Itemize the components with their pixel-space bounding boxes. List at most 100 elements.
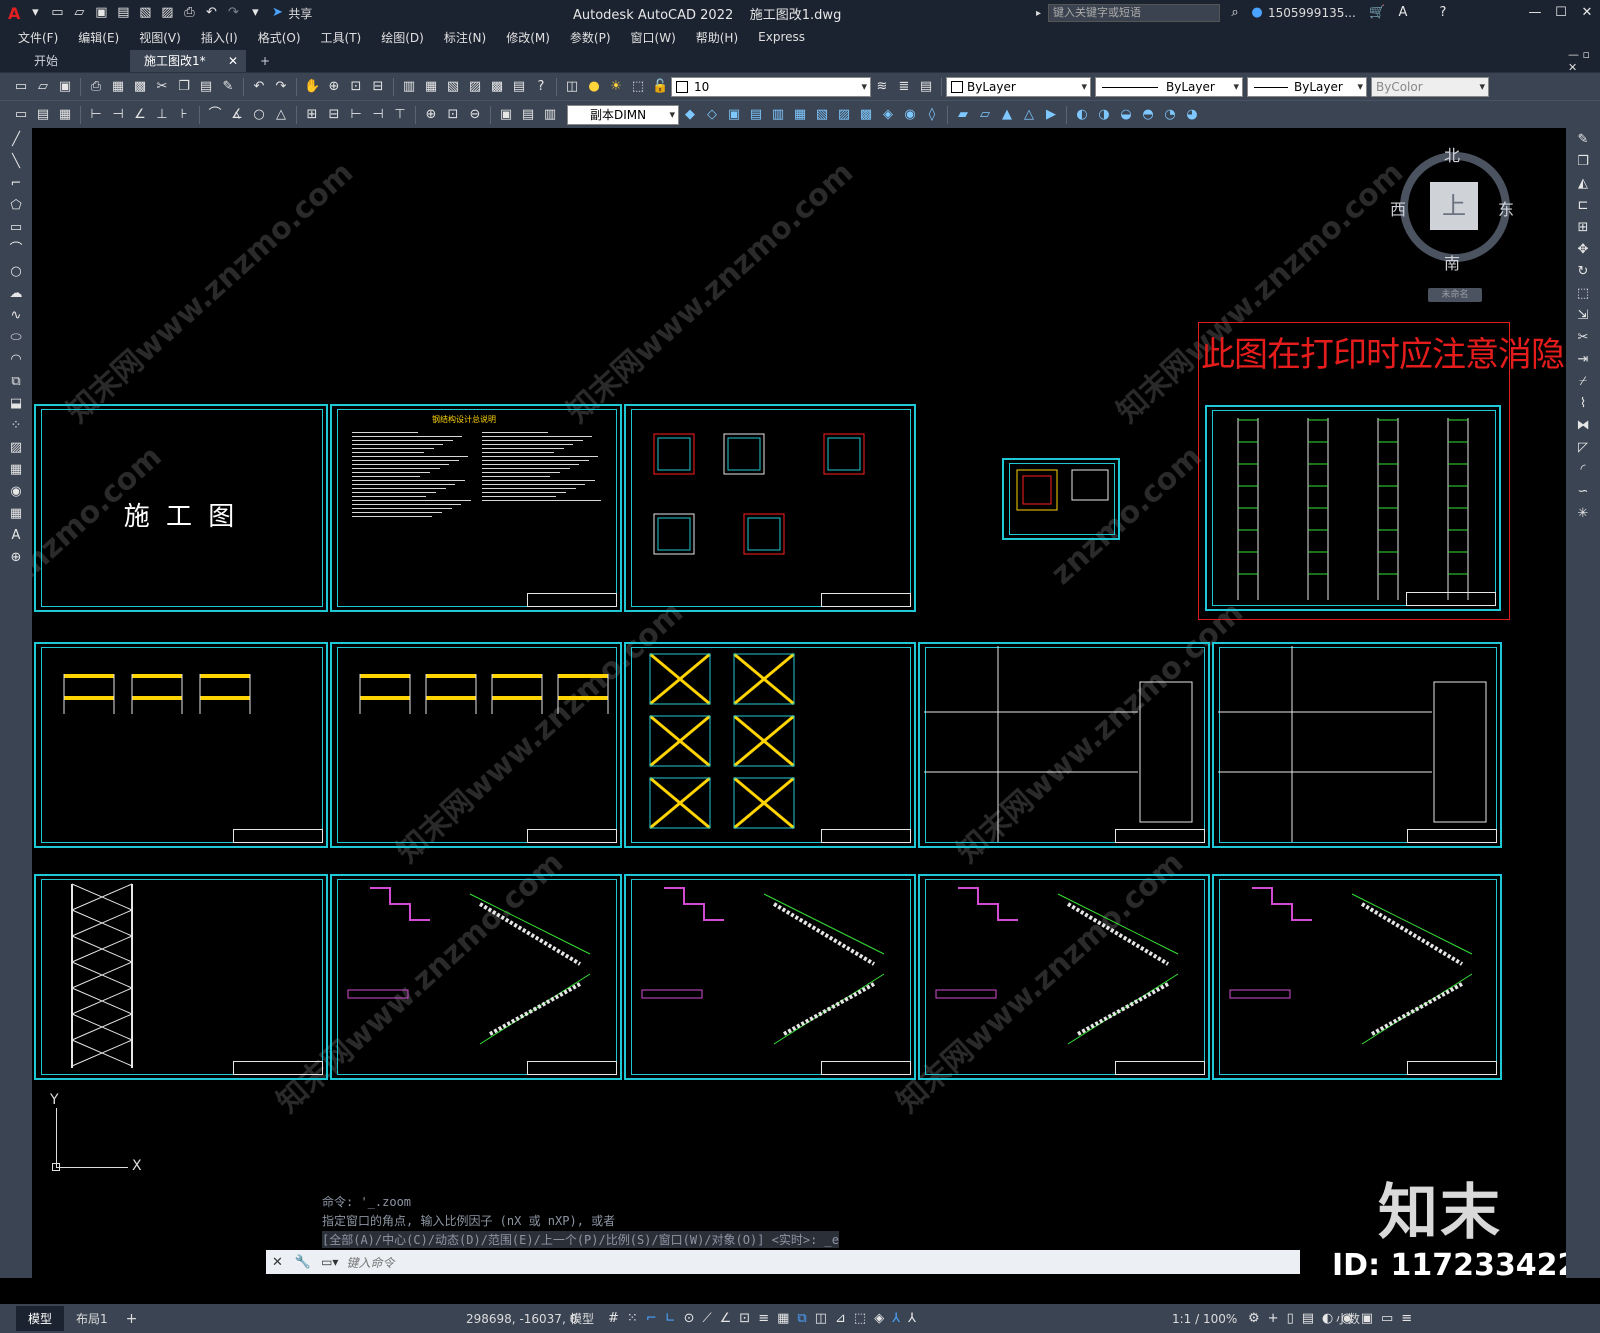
save-web-icon[interactable]: ▨: [159, 5, 175, 21]
polar-icon[interactable]: ⊙: [684, 1311, 695, 1326]
dim-tool-icon[interactable]: ⌒: [207, 107, 223, 123]
units-icon[interactable]: ▯: [1287, 1311, 1294, 1326]
fillet-icon[interactable]: ◜: [1573, 460, 1593, 480]
menu-item-4[interactable]: 格式(O): [258, 29, 301, 46]
cover-sheet[interactable]: 施 工 图: [34, 404, 328, 612]
app-menu-chevron-icon[interactable]: ▾: [27, 5, 43, 21]
menu-item-6[interactable]: 绘图(D): [381, 29, 424, 46]
modify-tool-icon[interactable]: ▣: [726, 107, 742, 123]
stair-sheet-4[interactable]: [1212, 874, 1502, 1080]
modify-tool-icon[interactable]: ◒: [1118, 107, 1134, 123]
dim-tool-icon[interactable]: ⊞: [304, 107, 320, 123]
new-file-icon[interactable]: ▭: [49, 5, 65, 21]
viewcube-north[interactable]: 北: [1444, 142, 1460, 166]
command-recent-icon[interactable]: ▭▾: [321, 1255, 338, 1269]
menu-item-11[interactable]: 帮助(H): [696, 29, 738, 46]
plot-preview-icon[interactable]: ▦: [110, 79, 126, 95]
modify-tool-icon[interactable]: ◆: [682, 107, 698, 123]
search-icon[interactable]: ⌕: [1227, 5, 1243, 21]
lineweight-icon[interactable]: ≡: [758, 1311, 769, 1326]
viewport-icon[interactable]: ⬚: [630, 79, 646, 95]
user-icon[interactable]: ●: [1249, 5, 1265, 21]
model-space-toggle[interactable]: 模型: [570, 1310, 594, 1327]
make-block-icon[interactable]: ⬓: [6, 394, 26, 414]
menu-item-9[interactable]: 参数(P): [570, 29, 611, 46]
modify-tool-icon[interactable]: ▰: [955, 107, 971, 123]
point-icon[interactable]: ⁘: [6, 416, 26, 436]
mtext-icon[interactable]: A: [6, 526, 26, 546]
open-icon[interactable]: ▱: [35, 79, 51, 95]
tab-start[interactable]: 开始: [20, 50, 130, 72]
connection-sheet-1[interactable]: [918, 642, 1210, 848]
modify-tool-icon[interactable]: ▦: [792, 107, 808, 123]
share-label[interactable]: 共享: [288, 5, 312, 22]
help-icon[interactable]: ?: [1435, 5, 1451, 21]
a360-icon[interactable]: A: [1395, 5, 1411, 21]
break-point-icon[interactable]: ⌿: [1573, 372, 1593, 392]
quick-properties-icon[interactable]: ▤: [1302, 1311, 1314, 1326]
selection-cycling-icon[interactable]: ⧉: [797, 1311, 806, 1326]
stair-sheet-2[interactable]: [624, 874, 916, 1080]
layer-previous-icon[interactable]: ≣: [896, 79, 912, 95]
ellipse-arc-icon[interactable]: ◠: [6, 350, 26, 370]
dim-tool-icon[interactable]: ▦: [57, 107, 73, 123]
modify-tool-icon[interactable]: ◓: [1140, 107, 1156, 123]
break-icon[interactable]: ⌇: [1573, 394, 1593, 414]
layer-dropdown[interactable]: 10: [671, 76, 871, 97]
menu-item-12[interactable]: Express: [758, 30, 805, 44]
add-selected-icon[interactable]: ⊕: [6, 548, 26, 568]
modify-tool-icon[interactable]: ◉: [902, 107, 918, 123]
customize-icon[interactable]: ≡: [1401, 1311, 1412, 1326]
osnap-icon[interactable]: ⊡: [739, 1311, 750, 1326]
scale-icon[interactable]: ⬚: [1573, 284, 1593, 304]
frame-elevation-sheet[interactable]: [1205, 405, 1501, 611]
modify-tool-icon[interactable]: △: [1021, 107, 1037, 123]
modify-tool-icon[interactable]: ◔: [1162, 107, 1178, 123]
share-icon[interactable]: ➤: [269, 5, 285, 21]
units-display[interactable]: 小数: [1336, 1310, 1360, 1327]
design-center-icon[interactable]: ▦: [423, 79, 439, 95]
extend-icon[interactable]: ⇥: [1573, 350, 1593, 370]
new-tab-icon[interactable]: +: [246, 50, 284, 72]
modify-tool-icon[interactable]: ◊: [924, 107, 940, 123]
save-as-icon[interactable]: ▤: [115, 5, 131, 21]
menu-item-7[interactable]: 标注(N): [444, 29, 486, 46]
dim-tool-icon[interactable]: ⊕: [423, 107, 439, 123]
modify-tool-icon[interactable]: ▶: [1043, 107, 1059, 123]
join-icon[interactable]: ⧓: [1573, 416, 1593, 436]
offset-icon[interactable]: ⊏: [1573, 196, 1593, 216]
plot-icon[interactable]: ⎙: [88, 79, 104, 95]
rotate-icon[interactable]: ↻: [1573, 262, 1593, 282]
lock-icon[interactable]: 🔓: [652, 79, 668, 95]
viewcube-face-top[interactable]: 上: [1430, 182, 1478, 230]
beam-sheet-1[interactable]: [34, 642, 328, 848]
graphics-icon[interactable]: ▣: [1361, 1311, 1373, 1326]
modify-tool-icon[interactable]: ▩: [858, 107, 874, 123]
new-icon[interactable]: ▭: [13, 79, 29, 95]
table-icon[interactable]: ▦: [6, 504, 26, 524]
cart-icon[interactable]: 🛒: [1369, 5, 1385, 21]
tab-model[interactable]: 模型: [16, 1306, 65, 1331]
add-layout-icon[interactable]: +: [126, 1311, 138, 1327]
properties-icon[interactable]: ▥: [401, 79, 417, 95]
menu-item-10[interactable]: 窗口(W): [631, 29, 676, 46]
close-tab-icon[interactable]: ✕: [228, 50, 238, 72]
zoom-previous-icon[interactable]: ⊟: [370, 79, 386, 95]
save-icon[interactable]: ▣: [93, 5, 109, 21]
sun-thaw-icon[interactable]: ☀: [608, 79, 624, 95]
linetype-dropdown[interactable]: ByLayer: [1095, 76, 1243, 97]
customize-qat-icon[interactable]: ▾: [247, 5, 263, 21]
modify-tool-icon[interactable]: ◇: [704, 107, 720, 123]
stair-sheet-1[interactable]: [330, 874, 622, 1080]
beam-sheet-2[interactable]: [330, 642, 622, 848]
coordinates[interactable]: 298698, -16037, 0: [466, 1312, 577, 1326]
chamfer-icon[interactable]: ◸: [1573, 438, 1593, 458]
dim-tool-icon[interactable]: ⊢: [348, 107, 364, 123]
restore-doc-icon[interactable]: — ▫ ✕: [1568, 48, 1600, 74]
close-icon[interactable]: ✕: [1579, 5, 1595, 21]
undo-icon[interactable]: ↶: [251, 79, 267, 95]
dim-tool-icon[interactable]: ○: [251, 107, 267, 123]
move-icon[interactable]: ✥: [1573, 240, 1593, 260]
explode-icon[interactable]: ✳: [1573, 504, 1593, 524]
paste-icon[interactable]: ▤: [198, 79, 214, 95]
